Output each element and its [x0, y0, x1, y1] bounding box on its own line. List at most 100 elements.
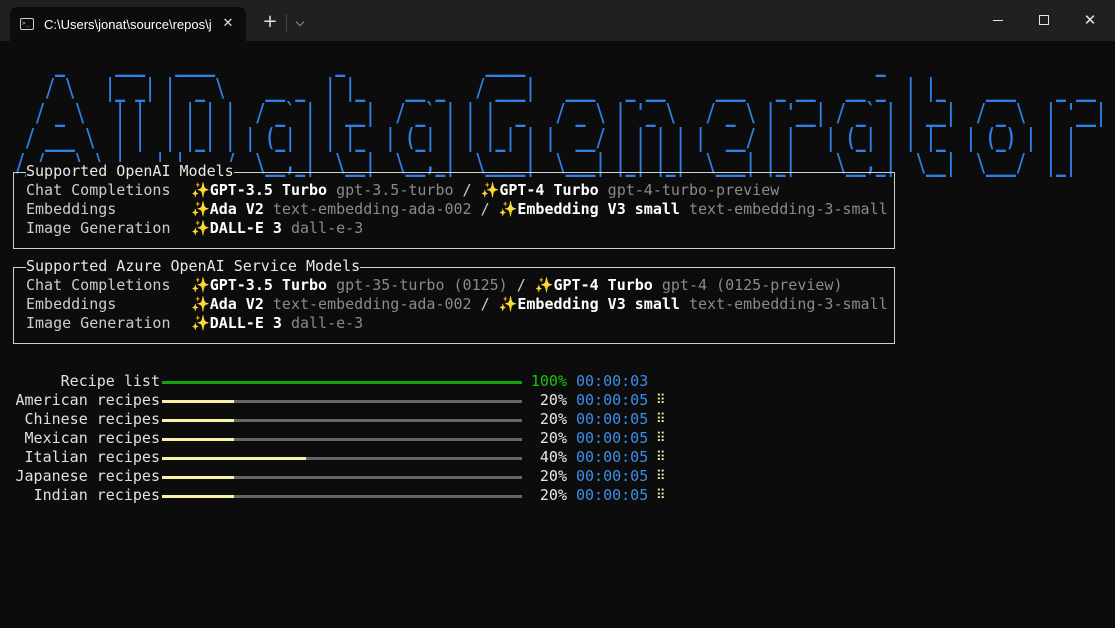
sparkles-icon: ✨	[534, 276, 554, 294]
model-id: gpt-4 (0125-preview)	[652, 276, 843, 294]
maximize-button[interactable]	[1021, 0, 1067, 41]
sparkles-icon: ✨	[480, 181, 500, 199]
progress-label: American recipes	[15, 391, 161, 409]
progress-fill	[162, 495, 234, 498]
separator-text: /	[507, 276, 535, 294]
terminal-icon: >_	[20, 18, 34, 30]
progress-label: Mexican recipes	[24, 429, 160, 447]
progress-track	[162, 400, 522, 403]
progress-fill	[162, 457, 306, 460]
tab-divider	[286, 14, 287, 32]
model-id: gpt-4-turbo-preview	[598, 181, 780, 199]
sparkles-icon: ✨	[498, 295, 518, 313]
model-id: dall-e-3	[281, 219, 364, 237]
progress-percent: 20%	[539, 391, 567, 409]
model-id: gpt-3.5-turbo	[327, 181, 454, 199]
progress-row: American recipes 20% 00:00:05 ⠿	[0, 391, 700, 410]
progress-track	[162, 381, 522, 384]
progress-track	[162, 476, 522, 479]
progress-percent: 20%	[539, 410, 567, 428]
tab-dropdown-icon[interactable]: ⌵	[290, 8, 310, 36]
spinner-icon: ⠿	[656, 450, 666, 465]
spinner-icon: ⠿	[656, 469, 666, 484]
progress-time: 00:00:05	[576, 410, 649, 428]
ascii-banner: _ ___ ____ _ ____ _ / \ |_ _| | _ \ __ _…	[15, 48, 1106, 177]
spinner-icon: ⠿	[656, 393, 666, 408]
separator-text: /	[471, 200, 499, 218]
minimize-icon	[993, 20, 1003, 21]
model-row: Image Generation ✨DALL-E 3 dall-e-3	[26, 219, 363, 238]
progress-percent: 100%	[530, 372, 567, 390]
sparkles-icon: ✨	[191, 181, 210, 199]
model-id: text-embedding-ada-002	[263, 200, 472, 218]
sparkles-icon: ✨	[191, 200, 210, 218]
progress-percent: 40%	[539, 448, 567, 466]
progress-row: Indian recipes 20% 00:00:05 ⠿	[0, 486, 700, 505]
model-row: Embeddings ✨Ada V2 text-embedding-ada-002…	[26, 200, 888, 219]
progress-track	[162, 495, 522, 498]
panel-title: Supported Azure OpenAI Service Models	[26, 257, 361, 276]
progress-percent: 20%	[539, 486, 567, 504]
progress-percent: 20%	[539, 467, 567, 485]
progress-row: Recipe list 100% 00:00:03	[0, 372, 700, 391]
model-category-label: Embeddings	[26, 295, 117, 313]
model-name: Ada V2	[209, 295, 264, 313]
progress-label: Chinese recipes	[24, 410, 160, 428]
progress-time: 00:00:03	[576, 372, 649, 390]
terminal-tab[interactable]: >_ C:\Users\jonat\source\repos\j ✕	[10, 7, 246, 41]
progress-time: 00:00:05	[576, 448, 649, 466]
sparkles-icon: ✨	[191, 219, 210, 237]
spinner-icon: ⠿	[656, 431, 666, 446]
model-category-label: Chat Completions	[26, 181, 171, 199]
minimize-button[interactable]	[975, 0, 1021, 41]
model-row: Chat Completions ✨GPT-3.5 Turbo gpt-35-tu…	[26, 276, 843, 295]
progress-label: Japanese recipes	[15, 467, 161, 485]
model-id: text-embedding-ada-002	[263, 295, 472, 313]
progress-label: Indian recipes	[33, 486, 160, 504]
panel-title: Supported OpenAI Models	[26, 162, 234, 181]
progress-time: 00:00:05	[576, 391, 649, 409]
model-id: text-embedding-3-small	[679, 295, 888, 313]
progress-time: 00:00:05	[576, 429, 649, 447]
model-name: GPT-4 Turbo	[553, 276, 653, 294]
tab-title: C:\Users\jonat\source\repos\j	[44, 16, 212, 32]
progress-row: Italian recipes 40% 00:00:05 ⠿	[0, 448, 700, 467]
progress-fill	[162, 419, 234, 422]
separator-text: /	[453, 181, 481, 199]
sparkles-icon: ✨	[191, 295, 210, 313]
model-row: Chat Completions ✨GPT-3.5 Turbo gpt-3.5-t…	[26, 181, 779, 200]
model-name: DALL-E 3	[209, 219, 282, 237]
maximize-icon	[1039, 15, 1049, 25]
spinner-icon: ⠿	[656, 488, 666, 503]
openai-models-panel: Supported OpenAI Models Chat Completions…	[13, 162, 895, 249]
progress-time: 00:00:05	[576, 486, 649, 504]
progress-fill	[162, 476, 234, 479]
model-name: Embedding V3 small	[517, 200, 680, 218]
progress-fill	[162, 400, 234, 403]
progress-track	[162, 419, 522, 422]
model-name: DALL-E 3	[209, 314, 282, 332]
window-close-button[interactable]: ✕	[1067, 0, 1113, 41]
title-bar: >_ C:\Users\jonat\source\repos\j ✕ + ⌵ ✕	[0, 0, 1115, 41]
model-category-label: Image Generation	[26, 219, 171, 237]
progress-row: Chinese recipes 20% 00:00:05 ⠿	[0, 410, 700, 429]
model-category-label: Image Generation	[26, 314, 171, 332]
model-id: text-embedding-3-small	[679, 200, 888, 218]
new-tab-button[interactable]: +	[258, 8, 282, 36]
model-id: gpt-35-turbo (0125)	[327, 276, 508, 294]
model-name: GPT-3.5 Turbo	[209, 181, 328, 199]
progress-time: 00:00:05	[576, 467, 649, 485]
spinner-icon: ⠿	[656, 412, 666, 427]
azure-models-panel: Supported Azure OpenAI Service Models Ch…	[13, 257, 895, 344]
model-row: Embeddings ✨Ada V2 text-embedding-ada-002…	[26, 295, 888, 314]
progress-fill	[162, 381, 522, 384]
model-name: Embedding V3 small	[517, 295, 680, 313]
model-category-label: Chat Completions	[26, 276, 171, 294]
model-id: dall-e-3	[281, 314, 364, 332]
close-tab-icon[interactable]: ✕	[218, 14, 238, 34]
sparkles-icon: ✨	[191, 314, 210, 332]
progress-track	[162, 438, 522, 441]
progress-label: Recipe list	[60, 372, 160, 390]
progress-label: Italian recipes	[24, 448, 160, 466]
model-name: GPT-4 Turbo	[499, 181, 599, 199]
